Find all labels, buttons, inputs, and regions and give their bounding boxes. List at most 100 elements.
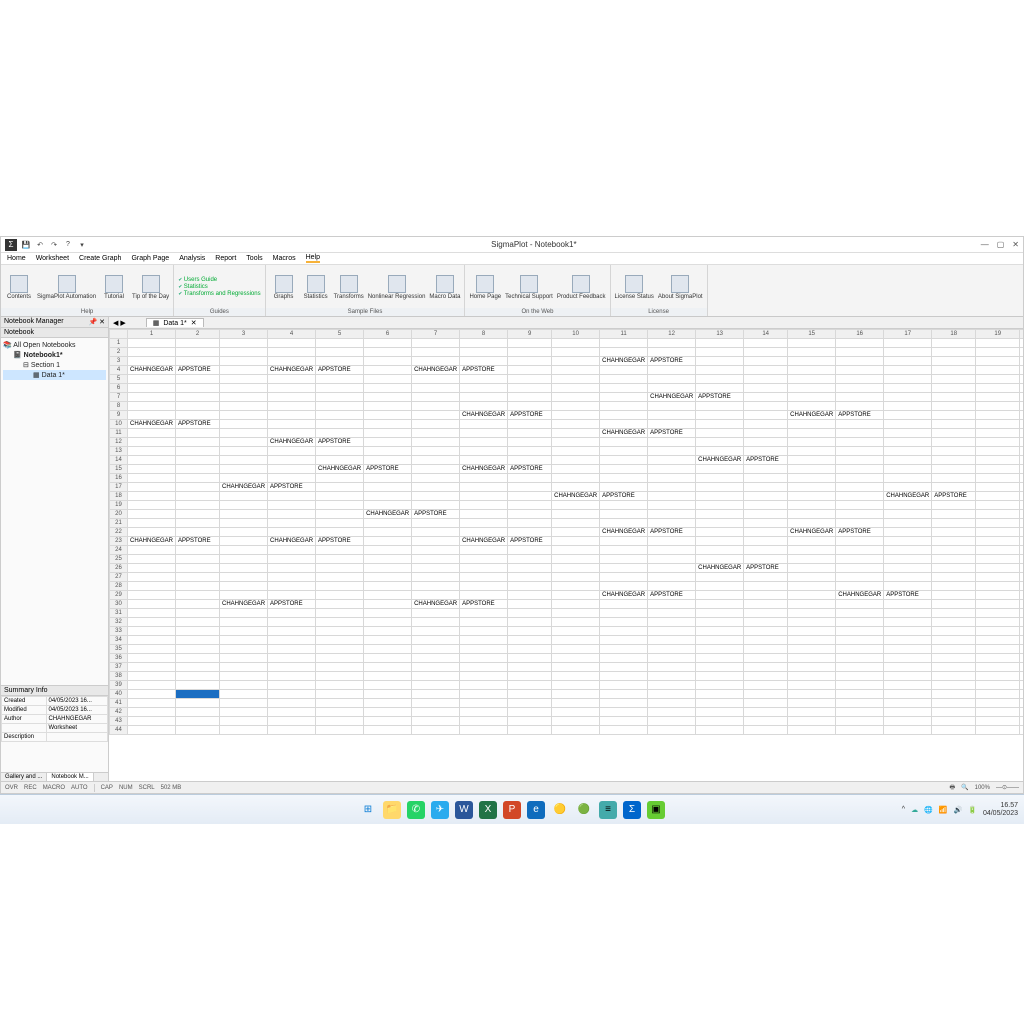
cell[interactable]	[220, 411, 268, 420]
cell[interactable]	[176, 672, 220, 681]
cell[interactable]	[176, 690, 220, 699]
cell[interactable]	[412, 384, 460, 393]
cell[interactable]	[696, 636, 744, 645]
col-header[interactable]: 9	[508, 330, 552, 339]
cell[interactable]	[788, 627, 836, 636]
cell[interactable]	[1020, 627, 1023, 636]
cell[interactable]	[600, 627, 648, 636]
cell[interactable]	[128, 474, 176, 483]
cell[interactable]	[220, 645, 268, 654]
cell[interactable]	[932, 510, 976, 519]
cell[interactable]	[836, 384, 884, 393]
cell[interactable]	[836, 501, 884, 510]
cell[interactable]	[220, 564, 268, 573]
cell[interactable]	[744, 483, 788, 492]
cell[interactable]	[508, 366, 552, 375]
cell[interactable]	[744, 654, 788, 663]
cell[interactable]	[268, 564, 316, 573]
cell[interactable]	[176, 627, 220, 636]
cell[interactable]	[552, 411, 600, 420]
cell[interactable]	[976, 357, 1020, 366]
camtasia-icon[interactable]: ▣	[647, 801, 665, 819]
cell[interactable]	[460, 492, 508, 501]
cell[interactable]	[128, 591, 176, 600]
cell[interactable]	[836, 447, 884, 456]
cell[interactable]	[836, 699, 884, 708]
cell[interactable]	[552, 618, 600, 627]
cell[interactable]	[884, 393, 932, 402]
cell[interactable]: APPSTORE	[696, 393, 744, 402]
cell[interactable]	[976, 690, 1020, 699]
cell[interactable]	[268, 429, 316, 438]
cell[interactable]	[1020, 375, 1023, 384]
cell[interactable]	[976, 636, 1020, 645]
cell[interactable]	[744, 609, 788, 618]
cell[interactable]	[508, 456, 552, 465]
cell[interactable]	[176, 438, 220, 447]
close-tab-icon[interactable]: ✕	[191, 319, 197, 327]
cell[interactable]	[600, 573, 648, 582]
cell[interactable]: APPSTORE	[316, 537, 364, 546]
telegram-icon[interactable]: ✈	[431, 801, 449, 819]
cell[interactable]	[364, 636, 412, 645]
cell[interactable]	[932, 537, 976, 546]
row-header[interactable]: 15	[110, 465, 128, 474]
cell[interactable]	[976, 564, 1020, 573]
cell[interactable]	[552, 708, 600, 717]
cell[interactable]	[508, 618, 552, 627]
users-guide-link[interactable]: Users Guide	[178, 277, 260, 283]
cell[interactable]	[696, 528, 744, 537]
row-header[interactable]: 34	[110, 636, 128, 645]
cell[interactable]	[836, 672, 884, 681]
cell[interactable]	[600, 366, 648, 375]
cell[interactable]: CHAHNGEGAR	[268, 438, 316, 447]
cell[interactable]	[836, 555, 884, 564]
cell[interactable]	[412, 726, 460, 735]
explorer-icon[interactable]: 📁	[383, 801, 401, 819]
cell[interactable]	[508, 645, 552, 654]
cell[interactable]	[932, 663, 976, 672]
contents-button[interactable]: Contents	[5, 267, 33, 307]
cell[interactable]	[836, 492, 884, 501]
cell[interactable]	[364, 555, 412, 564]
cell[interactable]	[696, 384, 744, 393]
cell[interactable]	[648, 465, 696, 474]
cell[interactable]	[696, 672, 744, 681]
cell[interactable]	[744, 627, 788, 636]
cell[interactable]: CHAHNGEGAR	[316, 465, 364, 474]
col-header[interactable]: 4	[268, 330, 316, 339]
cell[interactable]	[412, 582, 460, 591]
cell[interactable]: CHAHNGEGAR	[600, 528, 648, 537]
cell[interactable]	[552, 384, 600, 393]
cell[interactable]	[364, 672, 412, 681]
cell[interactable]	[600, 519, 648, 528]
cell[interactable]	[508, 501, 552, 510]
menu-help[interactable]: Help	[306, 254, 320, 263]
cell[interactable]	[932, 447, 976, 456]
cell[interactable]: CHAHNGEGAR	[884, 492, 932, 501]
cell[interactable]	[176, 519, 220, 528]
cell[interactable]	[788, 447, 836, 456]
cell[interactable]	[1020, 528, 1023, 537]
cell[interactable]	[220, 375, 268, 384]
cell[interactable]	[600, 618, 648, 627]
cell[interactable]: APPSTORE	[316, 438, 364, 447]
cell[interactable]	[600, 663, 648, 672]
cell[interactable]	[220, 591, 268, 600]
worksheet-grid[interactable]: 1234567891011121314151617181920123CHAHNG…	[109, 329, 1023, 781]
cell[interactable]	[176, 708, 220, 717]
cell[interactable]	[316, 726, 364, 735]
cell[interactable]	[552, 645, 600, 654]
cell[interactable]	[836, 510, 884, 519]
cell[interactable]	[744, 717, 788, 726]
cell[interactable]	[412, 690, 460, 699]
cell[interactable]	[696, 600, 744, 609]
menu-report[interactable]: Report	[215, 255, 236, 262]
cell[interactable]	[648, 384, 696, 393]
cell[interactable]	[836, 393, 884, 402]
notebook-tree[interactable]: 📚 All Open Notebooks 📓 Notebook1* ⊟ Sect…	[1, 338, 108, 685]
cell[interactable]	[648, 339, 696, 348]
cell[interactable]	[268, 582, 316, 591]
cell[interactable]	[128, 447, 176, 456]
cell[interactable]	[788, 357, 836, 366]
